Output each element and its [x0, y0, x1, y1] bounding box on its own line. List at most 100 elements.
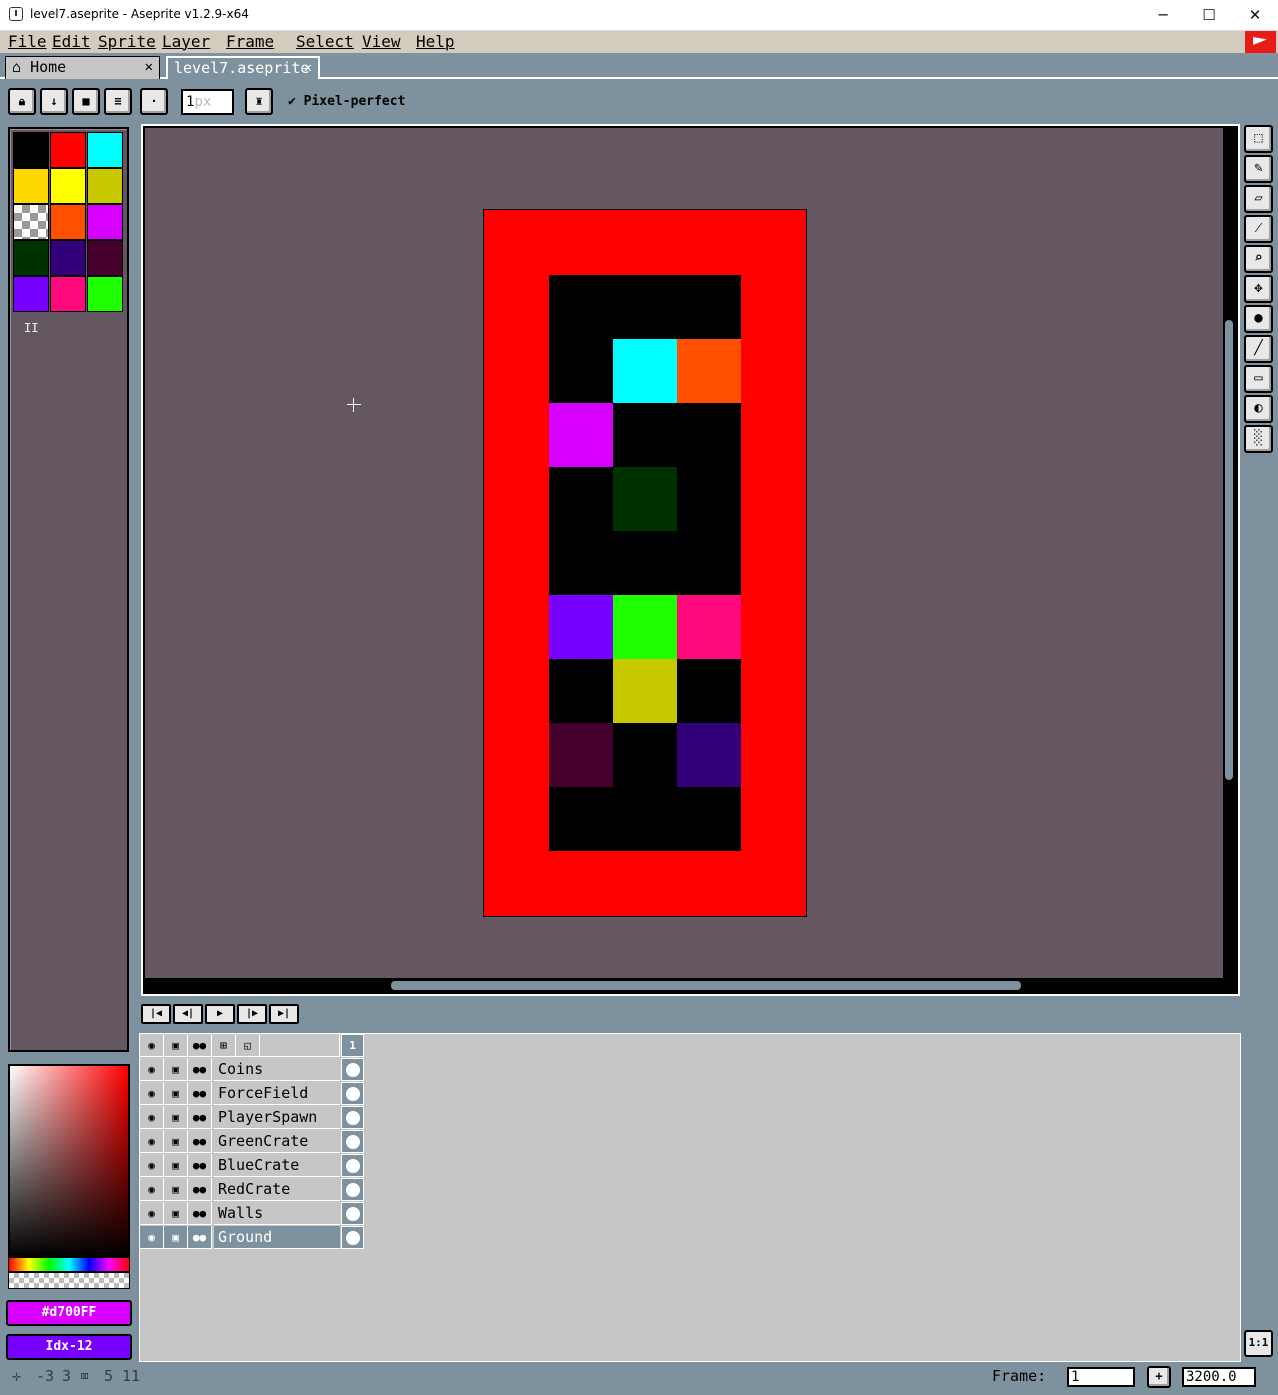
zoom-input[interactable]: 3200.0: [1182, 1367, 1256, 1387]
close-tab-level7-icon[interactable]: ✕: [304, 58, 312, 79]
rectangular-marquee-tool[interactable]: ⬚: [1244, 125, 1273, 153]
layer-name[interactable]: Coins: [214, 1058, 340, 1081]
visibility-header-icon[interactable]: ◉: [140, 1034, 164, 1057]
palette-swatch[interactable]: [50, 168, 86, 204]
frame-header-1[interactable]: 1: [341, 1034, 364, 1057]
color-spectrum[interactable]: [8, 1064, 130, 1259]
unlock-icon[interactable]: ▣: [164, 1130, 188, 1153]
vertical-scrollbar[interactable]: [1225, 320, 1233, 780]
curve-tool[interactable]: ◐: [1244, 395, 1273, 423]
menu-sprite[interactable]: Sprite: [98, 32, 156, 51]
menu-file[interactable]: File: [8, 32, 47, 51]
unlock-icon[interactable]: ▣: [164, 1178, 188, 1201]
palette-swatch[interactable]: [87, 240, 123, 276]
eraser-tool[interactable]: ▱: [1244, 185, 1273, 213]
palette-swatch[interactable]: [50, 204, 86, 240]
continuous-icon[interactable]: ●●: [188, 1202, 212, 1225]
continuous-icon[interactable]: ●●: [188, 1154, 212, 1177]
alpha-slider[interactable]: [8, 1272, 130, 1289]
pencil-tool[interactable]: ✎: [1244, 155, 1273, 183]
unlock-icon[interactable]: ▣: [164, 1226, 188, 1249]
previous-frame-button[interactable]: ◀|: [173, 1004, 203, 1024]
next-frame-button[interactable]: |▶: [237, 1004, 267, 1024]
eye-icon[interactable]: ◉: [140, 1226, 164, 1249]
line-tool[interactable]: ╱: [1244, 335, 1273, 363]
foreground-color-button[interactable]: #d700FF: [6, 1300, 132, 1326]
layer-group-icon[interactable]: ⊞: [212, 1034, 236, 1057]
eye-icon[interactable]: ◉: [140, 1154, 164, 1177]
zoom-1-to-1-button[interactable]: 1:1: [1244, 1330, 1273, 1357]
cel[interactable]: [341, 1058, 364, 1081]
unlock-icon[interactable]: ▣: [164, 1202, 188, 1225]
layer-name[interactable]: Walls: [214, 1202, 340, 1225]
brush-size-input[interactable]: 1px: [181, 89, 234, 115]
lock-alpha-button[interactable]: 🔒︎: [8, 88, 36, 115]
eye-icon[interactable]: ◉: [140, 1106, 164, 1129]
layer-row[interactable]: ◉ ▣ ●● Coins: [140, 1058, 364, 1082]
eyedropper-tool[interactable]: ⁄: [1244, 215, 1273, 243]
layer-row[interactable]: ◉ ▣ ●● RedCrate: [140, 1178, 364, 1202]
cel[interactable]: [341, 1226, 364, 1249]
cel[interactable]: [341, 1130, 364, 1153]
cel[interactable]: [341, 1106, 364, 1129]
layer-row[interactable]: ◉ ▣ ●● BlueCrate: [140, 1154, 364, 1178]
layer-row[interactable]: ◉ ▣ ●● Ground: [140, 1226, 364, 1250]
menu-layer[interactable]: Layer: [162, 32, 210, 51]
palette-swatch[interactable]: [87, 204, 123, 240]
maximize-button[interactable]: ☐: [1186, 0, 1232, 31]
palette-swatch[interactable]: [13, 168, 49, 204]
brush-options-button[interactable]: ≡: [104, 88, 132, 115]
unlock-icon[interactable]: ▣: [164, 1154, 188, 1177]
menu-edit[interactable]: Edit: [52, 32, 91, 51]
eye-icon[interactable]: ◉: [140, 1082, 164, 1105]
palette-swatch[interactable]: [50, 132, 86, 168]
tab-home[interactable]: ⌂ Home ✕: [5, 56, 160, 79]
last-frame-button[interactable]: ▶|: [269, 1004, 299, 1024]
layer-name[interactable]: ForceField: [214, 1082, 340, 1105]
continuous-icon[interactable]: ●●: [188, 1082, 212, 1105]
aseprite-flag-icon[interactable]: [1245, 31, 1276, 53]
palette-swatch[interactable]: [13, 132, 49, 168]
palette-swatch[interactable]: [50, 240, 86, 276]
continuous-icon[interactable]: ●●: [188, 1058, 212, 1081]
layer-name[interactable]: Ground: [214, 1226, 340, 1249]
frame-number-input[interactable]: 1: [1067, 1367, 1135, 1387]
eye-icon[interactable]: ◉: [140, 1202, 164, 1225]
cel[interactable]: [341, 1082, 364, 1105]
eye-icon[interactable]: ◉: [140, 1178, 164, 1201]
cel[interactable]: [341, 1154, 364, 1177]
palette-swatch[interactable]: [13, 276, 49, 312]
palette-swatch[interactable]: [13, 204, 49, 240]
brush-shape-button[interactable]: ·: [140, 88, 168, 115]
continuous-icon[interactable]: ●●: [188, 1226, 212, 1249]
brush-down-button[interactable]: ↓: [40, 88, 68, 115]
horizontal-scrollbar[interactable]: [391, 981, 1021, 990]
continuous-icon[interactable]: ●●: [188, 1106, 212, 1129]
hue-slider[interactable]: [8, 1257, 130, 1272]
unlock-icon[interactable]: ▣: [164, 1106, 188, 1129]
layer-row[interactable]: ◉ ▣ ●● Walls: [140, 1202, 364, 1226]
rectangle-tool[interactable]: ▭: [1244, 365, 1273, 393]
layer-row[interactable]: ◉ ▣ ●● GreenCrate: [140, 1130, 364, 1154]
zoom-tool[interactable]: ⌕: [1244, 245, 1273, 273]
layer-name[interactable]: BlueCrate: [214, 1154, 340, 1177]
lock-header-icon[interactable]: ▣: [164, 1034, 188, 1057]
blur-tool[interactable]: ░: [1244, 425, 1273, 453]
unlock-icon[interactable]: ▣: [164, 1082, 188, 1105]
play-button[interactable]: ▶: [205, 1004, 235, 1024]
cel[interactable]: [341, 1178, 364, 1201]
close-window-button[interactable]: ✕: [1232, 0, 1278, 31]
background-color-button[interactable]: Idx-12: [6, 1334, 132, 1360]
paint-bucket-tool[interactable]: ●: [1244, 305, 1273, 333]
menu-frame[interactable]: Frame: [226, 32, 274, 51]
palette-swatch[interactable]: [87, 168, 123, 204]
continuous-icon[interactable]: ●●: [188, 1130, 212, 1153]
palette-swatch[interactable]: [50, 276, 86, 312]
add-frame-button[interactable]: +: [1147, 1366, 1171, 1388]
layer-row[interactable]: ◉ ▣ ●● PlayerSpawn: [140, 1106, 364, 1130]
minimize-button[interactable]: ─: [1140, 0, 1186, 31]
close-tab-home-icon[interactable]: ✕: [145, 57, 153, 78]
onion-skin-icon[interactable]: ◱: [236, 1034, 260, 1057]
palette-swatch[interactable]: [13, 240, 49, 276]
layer-name[interactable]: PlayerSpawn: [214, 1106, 340, 1129]
